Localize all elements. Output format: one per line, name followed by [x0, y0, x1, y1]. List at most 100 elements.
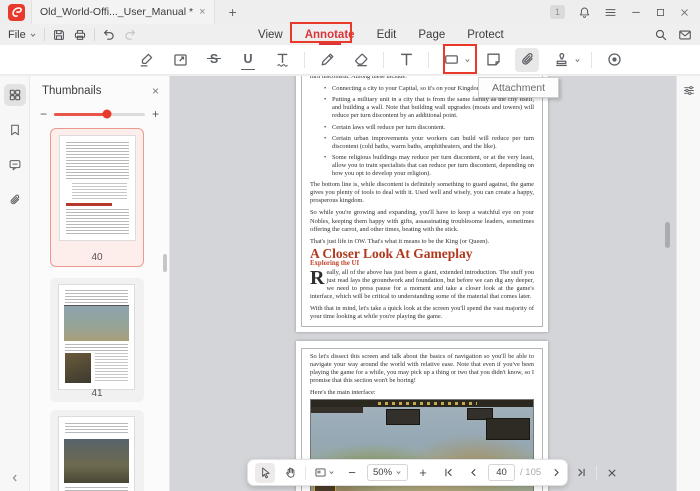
thumbnail-zoom-in-button[interactable]: + [152, 108, 159, 120]
tab-view[interactable]: View [258, 29, 283, 41]
print-icon[interactable] [73, 28, 87, 42]
app-logo-icon [8, 3, 25, 21]
zoom-level-value: 50% [373, 467, 393, 478]
redo-icon[interactable] [123, 28, 137, 42]
divider [428, 51, 429, 68]
app-window: Old_World-Offi..._User_Manual * × + 1 Fi… [0, 0, 700, 491]
attachment-tooltip: Attachment [478, 77, 559, 98]
game-hud-panel [386, 409, 421, 426]
thumbnail-page-40[interactable]: 40 [50, 128, 144, 267]
document-viewport[interactable]: The good news is that the game provides … [170, 76, 676, 491]
chevron-down-icon [575, 58, 580, 62]
bell-icon[interactable] [578, 6, 591, 19]
thumbnails-panel: Thumbnails × − + 40 41 [30, 76, 170, 491]
page-number-input[interactable] [488, 464, 516, 481]
next-page-button[interactable] [546, 463, 566, 483]
divider [93, 28, 95, 41]
game-hud-panel [486, 418, 530, 441]
thumbnails-scrollbar[interactable] [163, 254, 167, 272]
document-tab[interactable]: Old_World-Offi..._User_Manual * × [31, 0, 215, 24]
section-heading: A Closer Look At Gameplay [310, 245, 473, 261]
show-annotations-eye-icon[interactable] [602, 48, 626, 72]
undo-icon[interactable] [102, 28, 116, 42]
window-minimize-button[interactable] [630, 6, 642, 18]
bullet-item: Some religious buildings may reduce per … [324, 154, 534, 178]
paragraph: The bottom line is, while discontent is … [310, 181, 534, 205]
zoom-in-button[interactable]: + [413, 463, 433, 483]
bullet-item: Putting a military unit in a city that i… [324, 96, 534, 120]
lead-paragraph: Really, all of the above has just been a… [310, 266, 534, 301]
underline-tool-icon[interactable]: U [236, 48, 260, 72]
paragraph: The image you see below was taken at gam… [310, 326, 534, 327]
left-sidebar-rail [0, 76, 30, 491]
thumbnail-page-41[interactable]: 41 [50, 278, 144, 402]
thumbnail-zoom-slider: − + [30, 100, 169, 124]
slider-thumb[interactable] [102, 109, 112, 119]
thumbnail-zoom-out-button[interactable]: − [40, 108, 47, 120]
properties-sliders-icon[interactable] [682, 84, 695, 97]
paragraph: So while you're growing and expanding, y… [310, 209, 534, 233]
sticky-note-tool-icon[interactable] [481, 48, 505, 72]
section-subheading: Exploring the UI [310, 259, 360, 267]
stamp-tool-icon[interactable] [549, 48, 580, 72]
strikethrough-tool-icon[interactable]: S [202, 48, 226, 72]
bullet-item: Certain laws will reduce per turn discon… [324, 124, 534, 132]
page-total: 105 [525, 467, 542, 478]
file-menu-button[interactable]: File [8, 29, 37, 41]
divider [591, 51, 592, 68]
last-page-button[interactable] [571, 463, 591, 483]
page-separator: / [520, 467, 523, 478]
paragraph: That's just life in OW. That's what it m… [310, 237, 490, 245]
text-comment-tool-icon[interactable] [394, 48, 418, 72]
chevron-down-icon [328, 471, 334, 475]
sidebar-thumbnails-icon[interactable] [3, 84, 26, 106]
zoom-out-button[interactable]: − [342, 463, 362, 483]
select-cursor-button[interactable] [255, 462, 275, 483]
page-view-mode-button[interactable] [311, 463, 337, 483]
window-close-button[interactable] [679, 7, 690, 18]
tab-protect[interactable]: Protect [467, 29, 503, 41]
squiggly-underline-tool-icon[interactable] [270, 48, 294, 72]
area-highlight-tool-icon[interactable] [168, 48, 192, 72]
search-icon[interactable] [654, 28, 668, 42]
sidebar-attachments-icon[interactable] [4, 189, 26, 211]
slider-track[interactable] [54, 109, 145, 119]
tab-close-icon[interactable]: × [199, 6, 205, 18]
bottom-floating-toolbar: − 50% + / 105 [247, 459, 616, 486]
bullet-item: Certain urban improvements your workers … [324, 135, 534, 151]
chevron-down-icon [30, 32, 36, 37]
thumbnails-close-icon[interactable]: × [152, 84, 159, 98]
thumbnail-page-42-preview [58, 416, 135, 491]
eraser-tool-icon[interactable] [349, 48, 373, 72]
document-scrollbar[interactable] [665, 222, 670, 248]
previous-page-button[interactable] [463, 463, 483, 483]
thumbnail-page-number: 41 [91, 388, 103, 399]
sidebar-comments-icon[interactable] [4, 154, 26, 176]
tab-page[interactable]: Page [418, 29, 445, 41]
window-maximize-button[interactable] [655, 7, 666, 18]
zoom-level-dropdown[interactable]: 50% [367, 464, 409, 481]
sidebar-collapse-chevron-icon[interactable] [0, 473, 30, 483]
save-icon[interactable] [52, 28, 66, 42]
notification-badge[interactable]: 1 [550, 5, 565, 19]
highlight-tool-icon[interactable] [134, 48, 158, 72]
menu-hamburger-icon[interactable] [604, 6, 617, 19]
sidebar-bookmarks-icon[interactable] [4, 119, 26, 141]
pencil-tool-icon[interactable] [315, 48, 339, 72]
paragraph: So let's dissect this screen and talk ab… [310, 353, 534, 385]
thumbnail-page-42-partial[interactable] [50, 410, 144, 491]
attachment-tool-icon[interactable] [515, 47, 539, 72]
thumbnails-panel-title: Thumbnails [42, 85, 102, 97]
slider-fill [54, 112, 107, 116]
annotate-toolbar: S U [0, 45, 700, 75]
tab-edit[interactable]: Edit [377, 29, 397, 41]
mail-icon[interactable] [678, 28, 692, 42]
paragraph: With that in mind, let's take a quick lo… [310, 305, 534, 321]
new-tab-button[interactable]: + [225, 4, 241, 20]
file-menu-label: File [8, 28, 26, 41]
first-page-button[interactable] [438, 463, 458, 483]
drop-cap: R [310, 266, 325, 289]
hand-pan-button[interactable] [280, 463, 300, 483]
toolbar-close-button[interactable] [602, 463, 622, 483]
divider [305, 465, 306, 480]
